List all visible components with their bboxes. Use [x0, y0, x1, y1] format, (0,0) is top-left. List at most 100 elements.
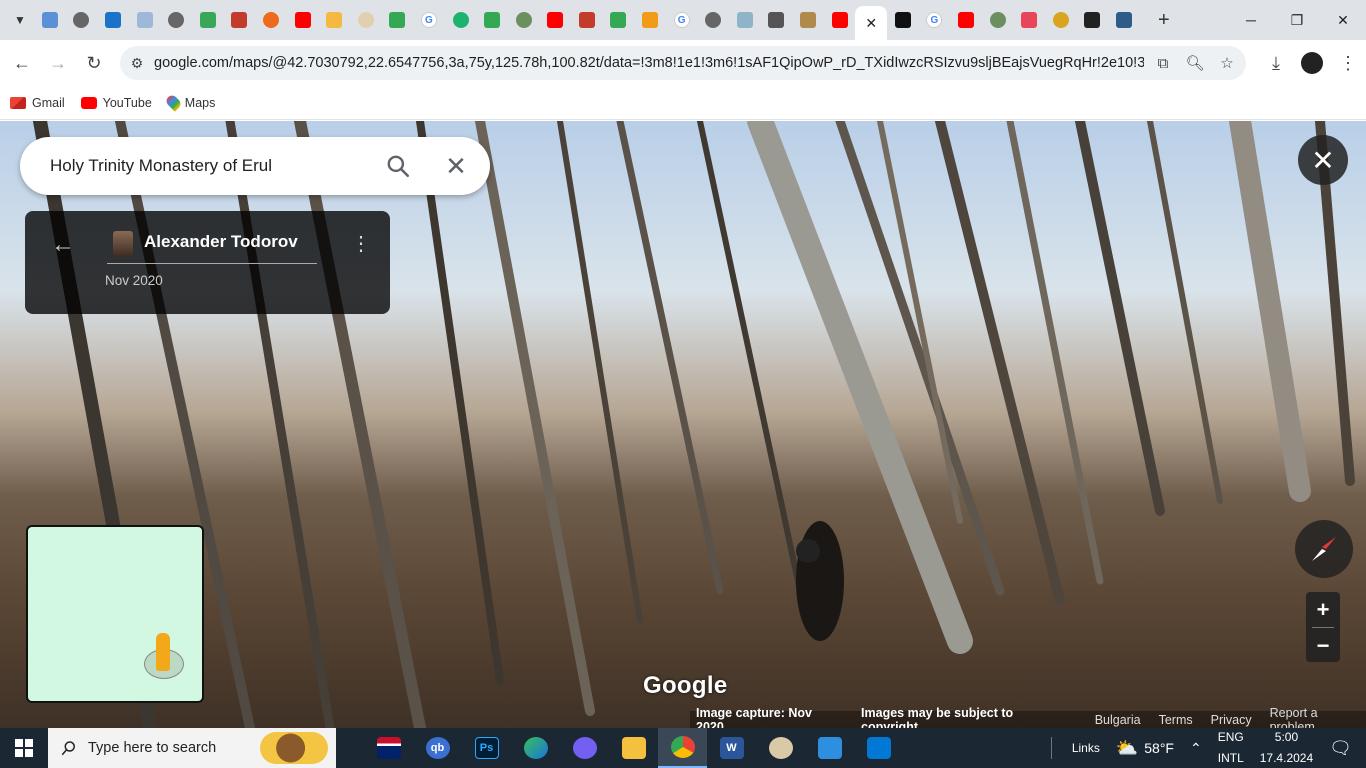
terms-link[interactable]: Terms: [1159, 713, 1193, 727]
restore-button[interactable]: ❐: [1274, 0, 1320, 40]
tab-search-dropdown[interactable]: ▼: [6, 6, 34, 34]
bookmark-youtube[interactable]: YouTube: [80, 96, 152, 110]
address-bar[interactable]: ⚙ google.com/maps/@42.7030792,22.6547756…: [120, 46, 1246, 80]
back-arrow-icon[interactable]: ←: [51, 231, 75, 259]
tab[interactable]: [129, 0, 161, 40]
notifications-icon[interactable]: 🗨: [1329, 738, 1352, 759]
taskbar-app[interactable]: [756, 728, 805, 768]
show-hidden-icons-icon[interactable]: ⌃: [1190, 740, 1202, 757]
zoom-in-button[interactable]: +: [1306, 592, 1340, 627]
site-info-icon[interactable]: ⚙: [120, 55, 154, 72]
close-window-button[interactable]: ✕: [1320, 0, 1366, 40]
tab[interactable]: [508, 0, 540, 40]
tab[interactable]: [1077, 0, 1109, 40]
taskbar-app[interactable]: [609, 728, 658, 768]
tab[interactable]: [887, 0, 919, 40]
taskbar-app[interactable]: [805, 728, 854, 768]
clock[interactable]: 5:00 17.4.2024: [1260, 730, 1313, 766]
tab[interactable]: G: [413, 0, 445, 40]
tab[interactable]: [224, 0, 256, 40]
compass-button[interactable]: [1295, 520, 1353, 578]
tab[interactable]: [34, 0, 66, 40]
tab[interactable]: [350, 0, 382, 40]
street-view-panorama[interactable]: Holy Trinity Monastery of Erul ✕ ← Alexa…: [0, 121, 1366, 728]
maps-search-box[interactable]: Holy Trinity Monastery of Erul ✕: [20, 137, 490, 195]
tab[interactable]: [603, 0, 635, 40]
taskbar-app[interactable]: [511, 728, 560, 768]
taskbar-search[interactable]: Type here to search: [48, 728, 336, 768]
forward-button[interactable]: →: [40, 45, 76, 81]
tab[interactable]: [445, 0, 477, 40]
pegman-icon[interactable]: [156, 633, 170, 671]
lang-layout: INTL: [1217, 751, 1244, 765]
tab[interactable]: [792, 0, 824, 40]
contributor-avatar[interactable]: [113, 231, 133, 257]
tab[interactable]: [540, 0, 572, 40]
search-input[interactable]: Holy Trinity Monastery of Erul: [50, 156, 272, 176]
taskbar-app[interactable]: W: [707, 728, 756, 768]
tab-active[interactable]: ✕: [855, 6, 888, 40]
back-button[interactable]: ←: [4, 45, 40, 81]
capture-date[interactable]: Nov 2020: [105, 273, 163, 288]
tab[interactable]: [571, 0, 603, 40]
taskbar-app[interactable]: [854, 728, 903, 768]
tab[interactable]: [824, 0, 856, 40]
taskbar-app[interactable]: [364, 728, 413, 768]
privacy-link[interactable]: Privacy: [1211, 713, 1252, 727]
start-button[interactable]: [0, 728, 48, 768]
maps-icon: [484, 12, 501, 28]
weather-widget[interactable]: ⛅ 58°F: [1116, 738, 1174, 759]
bookmark-maps[interactable]: Maps: [164, 93, 215, 112]
zoom-icon[interactable]: 🔍︎: [1184, 54, 1206, 72]
tab[interactable]: [287, 0, 319, 40]
search-highlight-image[interactable]: [260, 732, 328, 764]
taskbar-app-chrome[interactable]: [658, 728, 707, 768]
tab[interactable]: [634, 0, 666, 40]
close-street-view-button[interactable]: ✕: [1298, 135, 1348, 185]
tab[interactable]: [729, 0, 761, 40]
tab[interactable]: [97, 0, 129, 40]
tab[interactable]: G: [919, 0, 951, 40]
new-tab-button[interactable]: +: [1150, 6, 1178, 34]
bookmark-gmail[interactable]: Gmail: [10, 96, 65, 110]
tab[interactable]: [950, 0, 982, 40]
tab[interactable]: [160, 0, 192, 40]
install-app-icon[interactable]: ⧉: [1152, 55, 1174, 72]
bookmark-star-icon[interactable]: ☆: [1216, 54, 1238, 72]
more-options-icon[interactable]: ⋮: [351, 231, 371, 256]
contributor-name[interactable]: Alexander Todorov: [144, 232, 298, 252]
download-icon[interactable]: ⤓: [1258, 45, 1294, 81]
close-tab-icon[interactable]: ✕: [865, 15, 877, 32]
input-language[interactable]: ENG INTL: [1218, 730, 1244, 766]
mini-map[interactable]: [26, 525, 204, 703]
taskbar-app[interactable]: Ps: [462, 728, 511, 768]
minimize-button[interactable]: ─: [1228, 0, 1274, 40]
tab[interactable]: [255, 0, 287, 40]
report-problem-link[interactable]: Report a problem: [1270, 706, 1366, 729]
profile-avatar[interactable]: [1301, 52, 1323, 74]
tab[interactable]: [982, 0, 1014, 40]
links-toolbar[interactable]: Links: [1072, 741, 1100, 755]
tab[interactable]: G: [666, 0, 698, 40]
tab[interactable]: [192, 0, 224, 40]
tab[interactable]: [476, 0, 508, 40]
tab[interactable]: [66, 0, 98, 40]
tab[interactable]: [697, 0, 729, 40]
zoom-out-button[interactable]: −: [1306, 628, 1340, 663]
taskbar-app[interactable]: [560, 728, 609, 768]
country-link[interactable]: Bulgaria: [1095, 713, 1141, 727]
url-text[interactable]: google.com/maps/@42.7030792,22.6547756,3…: [154, 55, 1144, 71]
lang-code: ENG: [1217, 730, 1244, 744]
tab[interactable]: [761, 0, 793, 40]
reload-button[interactable]: ↻: [76, 45, 112, 81]
search-button[interactable]: [378, 146, 418, 186]
tab[interactable]: [1108, 0, 1140, 40]
tab[interactable]: [1013, 0, 1045, 40]
clear-search-button[interactable]: ✕: [438, 146, 474, 186]
taskbar-search-placeholder[interactable]: Type here to search: [88, 740, 216, 756]
tab[interactable]: [318, 0, 350, 40]
tab[interactable]: [1045, 0, 1077, 40]
tab[interactable]: [382, 0, 414, 40]
taskbar-app[interactable]: qb: [413, 728, 462, 768]
menu-kebab-icon[interactable]: ⋮: [1330, 45, 1366, 81]
